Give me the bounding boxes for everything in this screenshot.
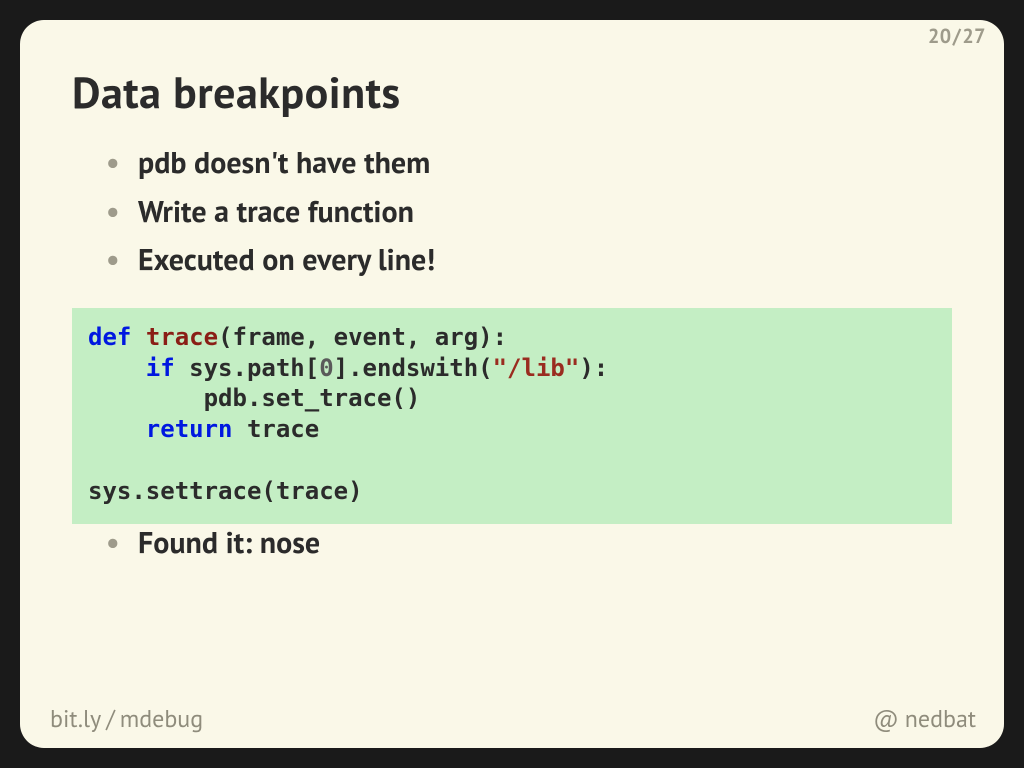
code-kw: if bbox=[146, 354, 175, 382]
shortlink-path: mdebug bbox=[120, 703, 203, 734]
bullet-list-bottom: Found it: nose bbox=[98, 526, 958, 561]
code-txt: trace bbox=[233, 415, 320, 443]
code-str: "/lib" bbox=[493, 354, 580, 382]
code-txt: sys.settrace(trace) bbox=[88, 477, 363, 505]
handle-text: nedbat bbox=[905, 703, 976, 734]
slide-footer: bit.ly/mdebug @nedbat bbox=[20, 704, 1004, 734]
code-txt: ): bbox=[579, 354, 608, 382]
code-txt bbox=[131, 323, 145, 351]
page-sep: / bbox=[952, 23, 963, 49]
code-kw: return bbox=[146, 415, 233, 443]
bullet-item: pdb doesn't have them bbox=[98, 146, 958, 181]
author-handle: @nedbat bbox=[873, 703, 976, 734]
code-kw: def bbox=[88, 323, 131, 351]
code-txt: ].endswith( bbox=[334, 354, 493, 382]
slide-stage: 20/27 Data breakpoints pdb doesn't have … bbox=[0, 0, 1024, 768]
shortlink: bit.ly/mdebug bbox=[50, 703, 203, 734]
code-num: 0 bbox=[319, 354, 333, 382]
at-sign: @ bbox=[873, 703, 905, 734]
page-total: 27 bbox=[962, 23, 986, 49]
slide: 20/27 Data breakpoints pdb doesn't have … bbox=[20, 20, 1004, 748]
bullet-item: Executed on every line! bbox=[98, 243, 958, 278]
page-current: 20 bbox=[928, 23, 952, 49]
code-txt bbox=[88, 354, 146, 382]
code-txt: sys.path[ bbox=[175, 354, 320, 382]
bullet-item: Found it: nose bbox=[98, 526, 958, 561]
shortlink-host: bit.ly bbox=[50, 703, 101, 734]
code-block: def trace(frame, event, arg): if sys.pat… bbox=[72, 308, 952, 524]
code-fn: trace bbox=[146, 323, 218, 351]
code-txt bbox=[88, 415, 146, 443]
code-txt: (frame, event, arg): bbox=[218, 323, 507, 351]
bullet-item: Write a trace function bbox=[98, 195, 958, 230]
slide-title: Data breakpoints bbox=[72, 64, 401, 121]
code-txt: pdb.set_trace() bbox=[88, 384, 420, 412]
page-counter: 20/27 bbox=[928, 26, 986, 46]
bullet-list-top: pdb doesn't have them Write a trace func… bbox=[98, 138, 958, 292]
shortlink-sep: / bbox=[101, 703, 120, 734]
